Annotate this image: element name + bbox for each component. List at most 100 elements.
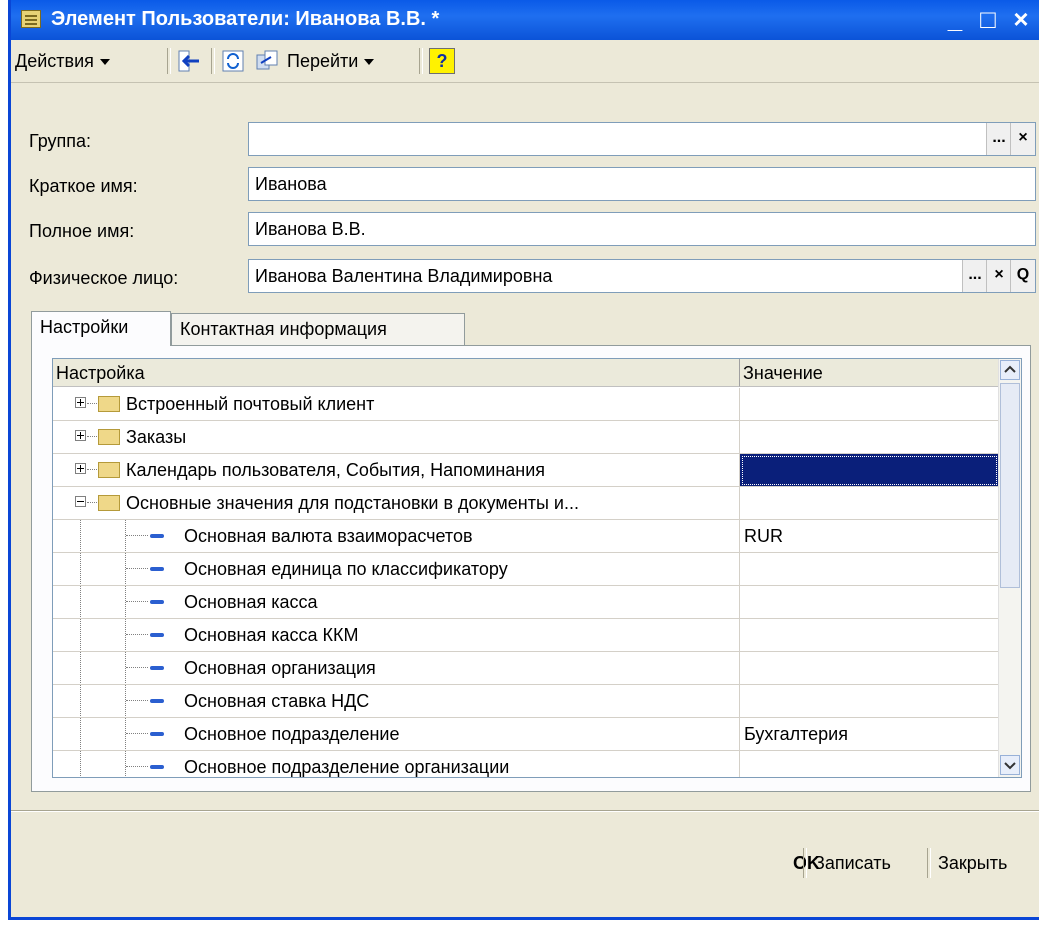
- value-cell[interactable]: [740, 685, 999, 718]
- setting-cell[interactable]: Основная организация: [53, 652, 740, 685]
- clear-icon[interactable]: ×: [1010, 123, 1035, 155]
- expand-icon[interactable]: [75, 463, 86, 474]
- value-cell[interactable]: [740, 586, 999, 619]
- table-row[interactable]: Основная организация: [53, 652, 999, 685]
- settings-grid: Настройка Значение Встроенный почтовый к…: [52, 358, 1022, 778]
- actions-label: Действия: [15, 51, 94, 71]
- goto-menu[interactable]: Перейти: [287, 48, 375, 74]
- setting-name: Заказы: [126, 427, 187, 447]
- scroll-thumb[interactable]: [1000, 383, 1020, 588]
- group-label: Группа:: [29, 131, 92, 151]
- value-cell[interactable]: [740, 652, 999, 685]
- setting-item-icon: [150, 732, 164, 736]
- table-row[interactable]: Основная единица по классификатору: [53, 553, 999, 586]
- setting-cell[interactable]: Основная касса: [53, 586, 740, 619]
- folder-icon: [98, 462, 120, 478]
- maximize-button[interactable]: □: [974, 5, 1002, 33]
- setting-item-icon: [150, 633, 164, 637]
- scroll-down-button[interactable]: [1000, 755, 1020, 775]
- setting-cell[interactable]: Встроенный почтовый клиент: [53, 388, 740, 421]
- move-to-group-icon[interactable]: [177, 49, 201, 73]
- setting-cell[interactable]: Основное подразделение: [53, 718, 740, 751]
- setting-cell[interactable]: Заказы: [53, 421, 740, 454]
- setting-name: Основная касса: [184, 592, 318, 612]
- minimize-button[interactable]: _: [941, 5, 969, 33]
- tree-line: [125, 619, 126, 651]
- person-label: Физическое лицо:: [29, 268, 179, 288]
- close-button[interactable]: ×: [1007, 5, 1035, 33]
- table-row[interactable]: Основные значения для подстановки в доку…: [53, 487, 999, 520]
- actions-menu[interactable]: Действия: [15, 48, 110, 74]
- search-icon[interactable]: Q: [1010, 260, 1035, 292]
- value-cell[interactable]: RUR: [740, 520, 999, 553]
- tree-line: [87, 469, 97, 470]
- setting-name: Встроенный почтовый клиент: [126, 394, 375, 414]
- value-cell[interactable]: [740, 388, 999, 421]
- value-cell[interactable]: [740, 487, 999, 520]
- table-row[interactable]: Основная ставка НДС: [53, 685, 999, 718]
- refresh-icon[interactable]: [221, 49, 245, 73]
- title-bar[interactable]: Элемент Пользователи: Иванова В.В. * _ □…: [11, 0, 1039, 40]
- tree-line: [80, 718, 81, 750]
- setting-cell[interactable]: Основная единица по классификатору: [53, 553, 740, 586]
- select-button[interactable]: ...: [962, 260, 987, 292]
- selected-value-cell[interactable]: [740, 454, 999, 487]
- group-field[interactable]: ... ×: [248, 122, 1036, 156]
- vertical-scrollbar[interactable]: [998, 359, 1021, 777]
- save-button[interactable]: Записать: [814, 848, 891, 878]
- tree-line: [80, 586, 81, 618]
- tab-settings[interactable]: Настройки: [31, 311, 171, 346]
- tree-line: [125, 553, 126, 585]
- toolbar-separator: [167, 48, 171, 74]
- table-row[interactable]: Основная касса: [53, 586, 999, 619]
- table-row[interactable]: Встроенный почтовый клиент: [53, 388, 999, 421]
- setting-cell[interactable]: Основная валюта взаиморасчетов: [53, 520, 740, 553]
- tree-line: [80, 553, 81, 585]
- expand-icon[interactable]: [75, 397, 86, 408]
- setting-item-icon: [150, 600, 164, 604]
- table-row[interactable]: Заказы: [53, 421, 999, 454]
- column-header-setting[interactable]: Настройка: [53, 359, 740, 387]
- setting-cell[interactable]: Основная ставка НДС: [53, 685, 740, 718]
- select-button[interactable]: ...: [986, 123, 1011, 155]
- setting-name: Основная касса ККМ: [184, 625, 359, 645]
- table-row[interactable]: Основное подразделение Бухгалтерия: [53, 718, 999, 751]
- person-field[interactable]: Иванова Валентина Владимировна ... × Q: [248, 259, 1036, 293]
- setting-cell[interactable]: Основная касса ККМ: [53, 619, 740, 652]
- table-row[interactable]: Основная касса ККМ: [53, 619, 999, 652]
- table-row[interactable]: Календарь пользователя, События, Напомин…: [53, 454, 999, 487]
- table-row[interactable]: Основное подразделение организации: [53, 751, 999, 777]
- tree-line: [125, 586, 126, 618]
- person-value: Иванова Валентина Владимировна: [255, 266, 553, 286]
- tree-line: [80, 685, 81, 717]
- table-row[interactable]: Основная валюта взаиморасчетов RUR: [53, 520, 999, 553]
- window-title: Элемент Пользователи: Иванова В.В. *: [51, 8, 440, 30]
- value-cell[interactable]: [740, 751, 999, 777]
- tree-line: [80, 652, 81, 684]
- collapse-icon[interactable]: [75, 496, 86, 507]
- tab-contact-info[interactable]: Контактная информация: [171, 313, 465, 345]
- value-cell[interactable]: [740, 619, 999, 652]
- expand-icon[interactable]: [75, 430, 86, 441]
- short-name-field[interactable]: Иванова: [248, 167, 1036, 201]
- setting-cell[interactable]: Календарь пользователя, События, Напомин…: [53, 454, 740, 487]
- close-form-button[interactable]: Закрыть: [938, 848, 1007, 878]
- goto-icon[interactable]: [255, 49, 279, 73]
- help-icon[interactable]: ?: [429, 48, 455, 74]
- value-cell[interactable]: Бухгалтерия: [740, 718, 999, 751]
- value-cell[interactable]: [740, 553, 999, 586]
- clear-icon[interactable]: ×: [986, 260, 1011, 292]
- user-element-window: Элемент Пользователи: Иванова В.В. * _ □…: [8, 0, 1039, 920]
- chevron-down-icon: [1004, 762, 1016, 770]
- tree-line: [125, 718, 126, 750]
- setting-cell[interactable]: Основное подразделение организации: [53, 751, 740, 777]
- setting-cell[interactable]: Основные значения для подстановки в доку…: [53, 487, 740, 520]
- value-cell[interactable]: [740, 421, 999, 454]
- tree-line: [126, 766, 148, 767]
- full-name-field[interactable]: Иванова В.В.: [248, 212, 1036, 246]
- column-header-value[interactable]: Значение: [740, 359, 999, 387]
- scroll-up-button[interactable]: [1000, 360, 1020, 380]
- tree-line: [126, 700, 148, 701]
- setting-name: Основная валюта взаиморасчетов: [184, 526, 473, 546]
- chevron-up-icon: [1004, 365, 1016, 373]
